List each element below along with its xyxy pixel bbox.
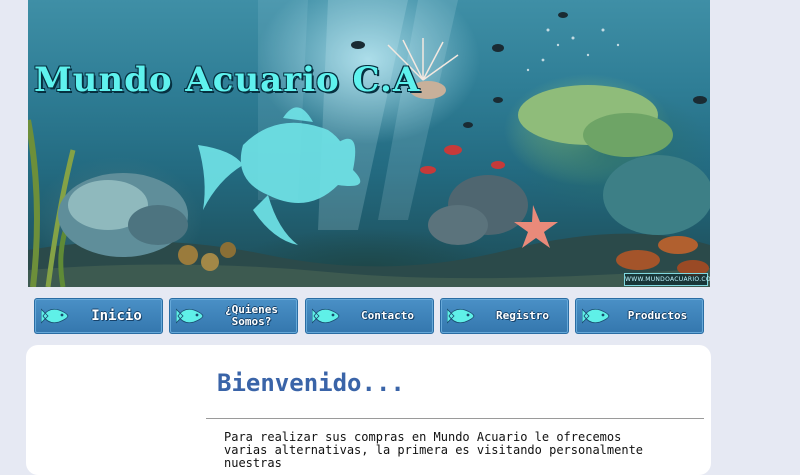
site-url-badge: WWW.MUNDOACUARIO.COM: [624, 273, 710, 286]
nav-label: Productos: [627, 309, 688, 322]
main-content-panel: Bienvenido... Para realizar sus compras …: [26, 345, 711, 475]
nav-button-registro[interactable]: Registro: [440, 298, 569, 334]
aquarium-illustration: [28, 0, 710, 287]
intro-paragraph: Para realizar sus compras en Mundo Acuar…: [224, 430, 644, 470]
fish-icon: [582, 308, 610, 324]
nav-label: Inicio: [91, 308, 142, 324]
page-heading: Bienvenido...: [217, 369, 405, 397]
fish-icon: [447, 308, 475, 324]
nav-button-quienes-somos[interactable]: ¿Quienes Somos?: [169, 298, 298, 334]
site-title: Mundo Acuario C.A: [34, 60, 421, 100]
nav-label: ¿Quienes Somos?: [225, 303, 278, 328]
fish-icon: [312, 308, 340, 324]
nav-button-inicio[interactable]: Inicio: [34, 298, 163, 334]
fish-icon: [176, 308, 204, 324]
nav-button-contacto[interactable]: Contacto: [305, 298, 434, 334]
nav-label: Contacto: [361, 309, 414, 322]
header-banner: Mundo Acuario C.A WWW.MUNDOACUARIO.COM: [28, 0, 710, 287]
heading-divider: [206, 418, 704, 419]
nav-button-productos[interactable]: Productos: [575, 298, 704, 334]
fish-icon: [41, 308, 69, 324]
nav-label: Registro: [496, 309, 549, 322]
